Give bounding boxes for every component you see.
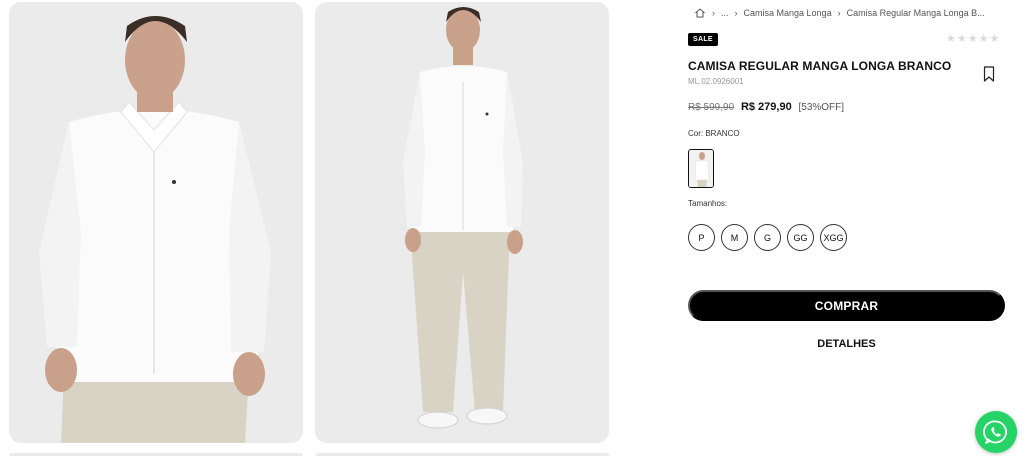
chevron-right-icon: › [734,8,738,18]
bookmark-icon[interactable] [983,66,995,82]
current-price: R$ 279,90 [740,101,792,113]
chevron-right-icon: › [712,8,715,18]
swatch-thumbnail-image [689,150,713,187]
product-sku: ML.02.0926001 [688,77,744,86]
sizes-label: Tamanhos: [688,199,728,208]
old-price: R$ 599,90 [688,102,735,113]
sale-badge: SALE [688,33,718,46]
star-icon: ★ [956,33,967,45]
product-title: CAMISA REGULAR MANGA LONGA BRANCO [688,59,952,73]
home-icon[interactable] [694,7,706,19]
star-icon: ★ [967,33,978,45]
size-option-p[interactable]: P [688,224,715,251]
size-option-g[interactable]: G [754,224,781,251]
size-option-gg[interactable]: GG [787,224,814,251]
breadcrumb-category[interactable]: Camisa Manga Longa [744,8,832,18]
whatsapp-icon [983,420,1007,444]
breadcrumb-ellipsis[interactable]: ... [721,8,729,18]
size-option-m[interactable]: M [721,224,748,251]
model-closeup-image [9,2,303,443]
discount-label: [53%OFF] [798,102,845,113]
star-icon: ★ [978,33,989,45]
breadcrumb-current: Camisa Regular Manga Longa B... [846,8,985,18]
product-image-1[interactable] [9,2,303,443]
color-label: Cor: BRANCO [688,129,740,138]
price-row: R$ 599,90 R$ 279,90 [53%OFF] [688,101,844,113]
star-icon: ★ [989,33,1000,45]
details-link[interactable]: DETALHES [688,338,1005,350]
chevron-right-icon: › [837,8,841,18]
buy-button[interactable]: COMPRAR [688,290,1005,321]
model-fullbody-image [315,2,609,443]
breadcrumb: › ... › Camisa Manga Longa › Camisa Regu… [694,7,985,19]
rating-stars[interactable]: ★ ★ ★ ★ ★ [946,34,999,45]
size-option-xgg[interactable]: XGG [820,224,847,251]
star-icon: ★ [946,33,956,45]
size-options: P M G GG XGG [688,224,847,251]
color-swatch-branco[interactable] [688,149,714,188]
product-image-2[interactable] [315,2,609,443]
whatsapp-button[interactable] [975,411,1017,453]
